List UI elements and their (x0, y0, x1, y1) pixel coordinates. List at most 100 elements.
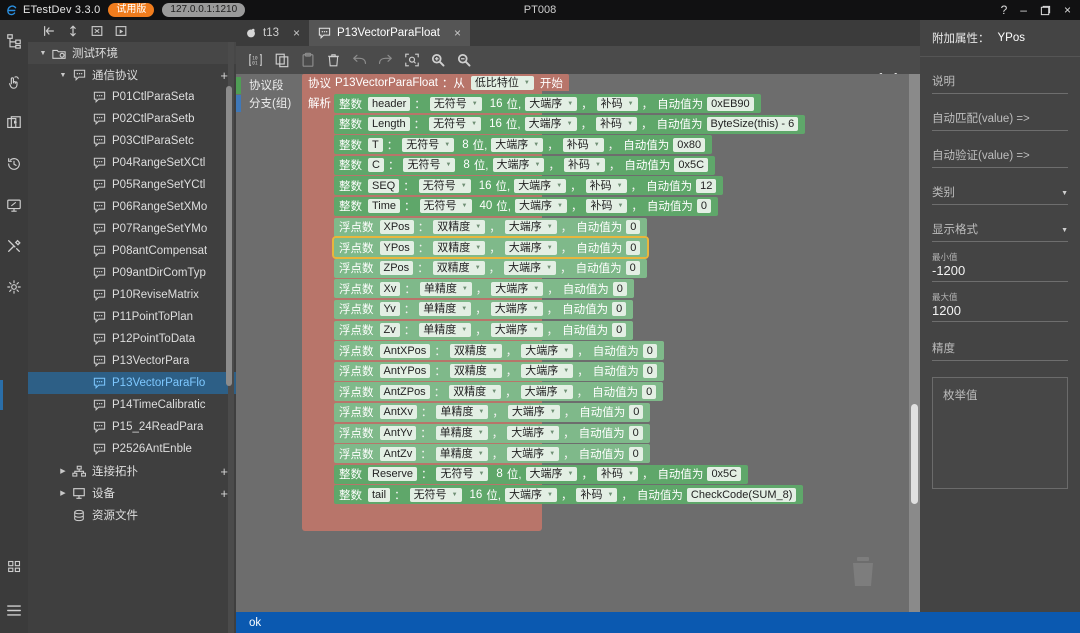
min-value-field[interactable]: 最小值 -1200 (932, 242, 1068, 282)
fit-view-icon[interactable] (400, 48, 423, 72)
tree-node-P14TimeCalibratic[interactable]: P14TimeCalibratic (28, 394, 236, 416)
tree-node-P02CtlParaSetb[interactable]: P02CtlParaSetb (28, 108, 236, 130)
auto-value-input[interactable]: 0 (628, 426, 643, 440)
endian-dropdown[interactable]: 大端序 ▼ (507, 446, 560, 461)
field-name-input[interactable]: AntXv (379, 405, 417, 420)
field-name-input[interactable]: AntXPos (379, 343, 431, 358)
precision-dropdown[interactable]: 单精度 ▼ (435, 446, 488, 461)
paste-icon[interactable] (296, 48, 319, 72)
history-icon[interactable] (0, 143, 28, 184)
tree-node-资源文件[interactable]: 资源文件 (28, 504, 236, 526)
min-value-input[interactable]: -1200 (932, 263, 1068, 280)
code-dropdown[interactable]: 补码 ▼ (576, 487, 618, 502)
field-name-input[interactable]: SEQ (368, 178, 400, 193)
auto-value-input[interactable]: 0 (626, 240, 641, 255)
field-name-input[interactable]: header (368, 96, 411, 111)
field-row-Time[interactable]: 整数 Time：无符号 ▼ 40 位, 大端序 ▼，补码 ▼，自动值为 0 (334, 196, 719, 216)
canvas-vertical-scrollbar[interactable] (909, 74, 920, 623)
tree-node-P10ReviseMatrix[interactable]: P10ReviseMatrix (28, 284, 236, 306)
run-icon[interactable] (110, 21, 132, 41)
project-tree-icon[interactable] (0, 20, 28, 61)
redo-icon[interactable] (374, 48, 397, 72)
chevron-right-icon[interactable] (56, 467, 70, 475)
field-row-ZPos[interactable]: 浮点数 ZPos：双精度 ▼，大端序 ▼，自动值为 0 (334, 258, 647, 278)
tree-node-设备[interactable]: 设备 + (28, 482, 236, 504)
code-dropdown[interactable]: 补码 ▼ (585, 178, 627, 193)
field-name-input[interactable]: Zv (379, 323, 400, 338)
field-name-input[interactable]: ZPos (379, 261, 414, 276)
restore-button[interactable] (1040, 5, 1051, 16)
precision-dropdown[interactable]: 单精度 ▼ (419, 281, 472, 296)
add-node-button[interactable]: + (220, 487, 228, 500)
field-row-Zv[interactable]: 浮点数 Zv：单精度 ▼，大端序 ▼，自动值为 0 (334, 320, 634, 340)
tree-scrollbar-thumb[interactable] (226, 86, 232, 386)
field-row-AntXv[interactable]: 浮点数 AntXv：单精度 ▼，大端序 ▼，自动值为 0 (334, 402, 651, 422)
auto-value-input[interactable]: 0x80 (673, 137, 706, 152)
field-row-AntZPos[interactable]: 浮点数 AntZPos：双精度 ▼，大端序 ▼，自动值为 0 (334, 382, 664, 402)
endian-dropdown[interactable]: 大端序 ▼ (507, 405, 560, 420)
auto-value-input[interactable]: 0x5C (674, 158, 709, 173)
endian-dropdown[interactable]: 大端序 ▼ (504, 261, 557, 276)
field-row-Yv[interactable]: 浮点数 Yv：单精度 ▼，大端序 ▼，自动值为 0 (334, 299, 634, 319)
sign-dropdown[interactable]: 无符号 ▼ (429, 117, 482, 132)
description-field[interactable]: 说明 (932, 57, 1068, 94)
endian-dropdown[interactable]: 大端序 ▼ (520, 384, 573, 399)
field-row-T[interactable]: 整数 T：无符号 ▼ 8 位, 大端序 ▼，补码 ▼，自动值为 0x80 (334, 135, 713, 155)
precision-field[interactable]: 精度 (932, 322, 1068, 361)
minimize-button[interactable]: – (1020, 4, 1027, 16)
tree-node-P13VectorPara[interactable]: P13VectorPara (28, 350, 236, 372)
auto-value-input[interactable]: 0xEB90 (707, 96, 754, 111)
chevron-down-icon[interactable]: ▼ (1061, 190, 1068, 197)
code-dropdown[interactable]: 补码 ▼ (586, 199, 628, 214)
field-name-input[interactable]: tail (368, 487, 391, 502)
auto-value-input[interactable]: 0 (625, 261, 640, 276)
field-row-XPos[interactable]: 浮点数 XPos：双精度 ▼，大端序 ▼，自动值为 0 (334, 217, 648, 237)
chevron-down-icon[interactable]: ▼ (1061, 227, 1068, 234)
field-row-AntXPos[interactable]: 浮点数 AntXPos：双精度 ▼，大端序 ▼，自动值为 0 (334, 341, 664, 361)
auto-value-input[interactable]: 0 (642, 364, 657, 379)
field-name-input[interactable]: YPos (379, 240, 414, 255)
enum-values-box[interactable]: 枚举值 (932, 377, 1068, 489)
field-name-input[interactable]: AntYPos (379, 364, 431, 379)
monitor-icon[interactable] (0, 184, 28, 225)
field-name-input[interactable]: Length (368, 117, 410, 132)
tree-scrollbar-track[interactable] (226, 42, 234, 633)
sign-dropdown[interactable]: 无符号 ▼ (402, 137, 455, 152)
field-name-input[interactable]: Reserve (368, 467, 417, 482)
field-row-Xv[interactable]: 浮点数 Xv：单精度 ▼，大端序 ▼，自动值为 0 (334, 279, 634, 299)
endian-dropdown[interactable]: 大端序 ▼ (525, 467, 578, 482)
auto-value-input[interactable]: 0 (642, 343, 657, 358)
endian-dropdown[interactable]: 大端序 ▼ (521, 343, 574, 358)
canvas-vertical-thumb[interactable] (911, 404, 918, 504)
field-row-tail[interactable]: 整数 tail：无符号 ▼ 16 位, 大端序 ▼，补码 ▼，自动值为 CheckCode(SU… (334, 485, 804, 505)
category-field[interactable]: 类别 ▼ (932, 168, 1068, 205)
auto-value-input[interactable]: 0 (629, 405, 644, 420)
tree-node-P12PointToData[interactable]: P12PointToData (28, 328, 236, 350)
precision-dropdown[interactable]: 双精度 ▼ (449, 343, 502, 358)
protocol-header[interactable]: 协议 P13VectorParaFloat ：从 低比特位 ▼ 开始 (302, 74, 569, 91)
chevron-right-icon[interactable] (56, 489, 70, 497)
grid-icon[interactable] (0, 546, 28, 587)
field-row-list[interactable]: 整数 header：无符号 ▼ 16 位, 大端序 ▼，补码 ▼，自动值为 0xEB90 整数 Le… (331, 94, 806, 506)
menu-icon[interactable] (0, 587, 28, 633)
tree-node-P09antDirComTyp[interactable]: P09antDirComTyp (28, 262, 236, 284)
layers-icon[interactable] (0, 102, 28, 143)
trash-drop-icon[interactable] (848, 554, 878, 591)
precision-dropdown[interactable]: 双精度 ▼ (449, 364, 502, 379)
tree-node-连接拓扑[interactable]: 连接拓扑 + (28, 460, 236, 482)
precision-dropdown[interactable]: 单精度 ▼ (435, 426, 488, 440)
auto-value-input[interactable]: 0 (642, 384, 657, 399)
auto-verify-field[interactable]: 自动验证(value) => (932, 131, 1068, 168)
code-dropdown[interactable]: 补码 ▼ (596, 117, 638, 132)
copy-icon[interactable] (270, 48, 293, 72)
endian-dropdown[interactable]: 大端序 ▼ (504, 220, 557, 235)
help-button[interactable]: ? (1001, 4, 1008, 16)
field-row-YPos[interactable]: 浮点数 YPos：双精度 ▼，大端序 ▼，自动值为 0 (331, 236, 650, 260)
sign-dropdown[interactable]: 无符号 ▼ (403, 158, 456, 173)
tree-node-P07RangeSetYMo[interactable]: P07RangeSetYMo (28, 218, 236, 240)
auto-value-input[interactable]: 0 (628, 446, 643, 461)
undo-icon[interactable] (348, 48, 371, 72)
auto-value-input[interactable]: CheckCode(SUM_8) (686, 487, 797, 502)
binary-icon[interactable]: 10 01 (244, 48, 267, 72)
tree-node-P15_24ReadPara[interactable]: P15_24ReadPara (28, 416, 236, 438)
